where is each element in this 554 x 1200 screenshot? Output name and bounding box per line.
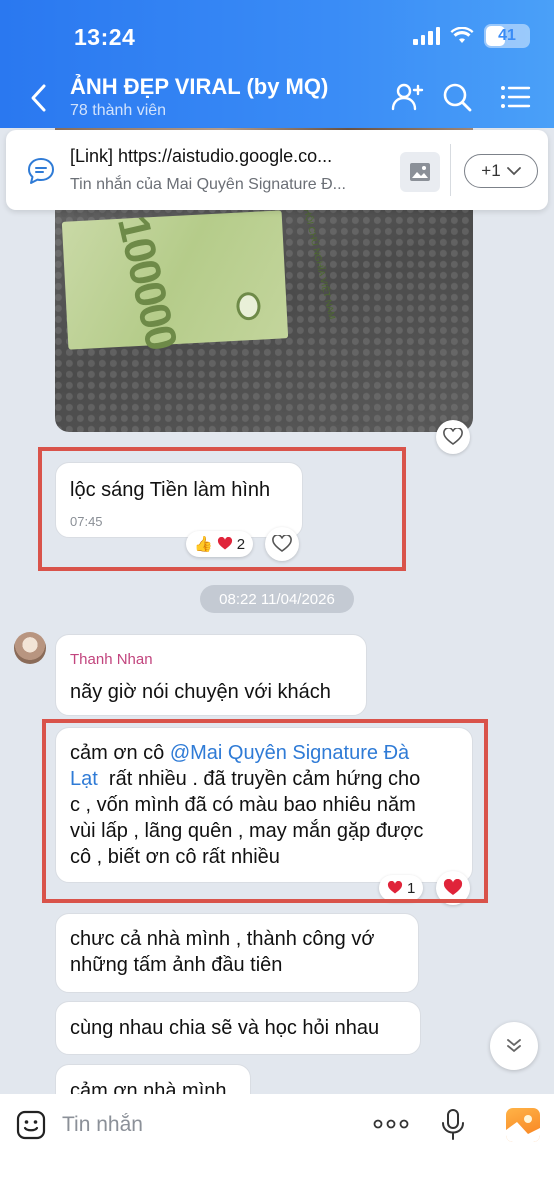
chat-bubble-icon bbox=[28, 158, 54, 184]
message-text: cùng nhau chia sẽ và học hỏi nhau bbox=[70, 1017, 380, 1039]
menu-list-icon[interactable] bbox=[498, 80, 532, 114]
battery-level: 41 bbox=[498, 27, 516, 44]
avatar[interactable] bbox=[14, 632, 46, 664]
microphone-icon[interactable] bbox=[440, 1108, 466, 1142]
highlight-box bbox=[42, 719, 488, 903]
message-text: những tấm ảnh đầu tiên bbox=[70, 954, 283, 976]
message-input[interactable] bbox=[62, 1108, 352, 1142]
status-icons: 41 bbox=[413, 24, 530, 48]
message-text: chưc cả nhà mình , thành công vớ bbox=[70, 928, 375, 950]
date-separator: 08:22 11/04/2026 bbox=[200, 585, 354, 613]
more-pinned-button[interactable]: +1 bbox=[464, 154, 538, 188]
cellular-signal-icon bbox=[413, 27, 440, 45]
more-pinned-count: +1 bbox=[481, 161, 501, 180]
highlight-box bbox=[38, 447, 406, 571]
member-count: 78 thành viên bbox=[70, 102, 167, 119]
status-time: 13:24 bbox=[74, 24, 136, 50]
image-thumbnail bbox=[400, 152, 440, 192]
back-arrow-icon[interactable] bbox=[26, 80, 52, 116]
battery-icon: 41 bbox=[484, 24, 530, 48]
chevron-down-icon bbox=[506, 166, 521, 175]
gallery-icon[interactable] bbox=[506, 1108, 540, 1142]
sender-name[interactable]: Thanh Nhan bbox=[70, 647, 352, 673]
scroll-to-bottom-button[interactable] bbox=[490, 1022, 538, 1070]
search-icon[interactable] bbox=[440, 80, 474, 114]
image-icon bbox=[410, 163, 430, 181]
sticker-icon[interactable] bbox=[16, 1110, 46, 1140]
wifi-icon bbox=[450, 27, 474, 43]
message-text: nãy giờ nói chuyện với khách bbox=[70, 681, 331, 703]
message-bubble[interactable]: Thanh Nhan nãy giờ nói chuyện với khách bbox=[55, 634, 367, 716]
message-bubble[interactable]: chưc cả nhà mình , thành công vớ những t… bbox=[55, 913, 419, 993]
chat-header: 13:24 41 ẢNH ĐẸP VIRAL (by MQ) 78 thành … bbox=[0, 0, 554, 128]
more-options-icon[interactable] bbox=[372, 1116, 410, 1132]
message-composer bbox=[0, 1094, 554, 1200]
pinned-message-banner[interactable]: [Link] https://aistudio.google.co... Tin… bbox=[6, 130, 548, 210]
heart-outline-icon bbox=[443, 428, 463, 445]
add-member-icon[interactable] bbox=[390, 80, 424, 114]
banknote-image: 100000 CỘNG HOÀ XÃ HỘI CHỦ NGHĨA VIỆT NA… bbox=[61, 143, 337, 354]
pinned-subtitle: Tin nhắn của Mai Quyên Signature Đ... bbox=[70, 176, 346, 193]
message-bubble[interactable]: cùng nhau chia sẽ và học hỏi nhau bbox=[55, 1001, 421, 1055]
double-chevron-down-icon bbox=[507, 1039, 521, 1053]
group-title[interactable]: ẢNH ĐẸP VIRAL (by MQ) bbox=[70, 74, 328, 100]
pinned-title: [Link] https://aistudio.google.co... bbox=[70, 146, 333, 166]
react-heart-button[interactable] bbox=[436, 420, 470, 454]
